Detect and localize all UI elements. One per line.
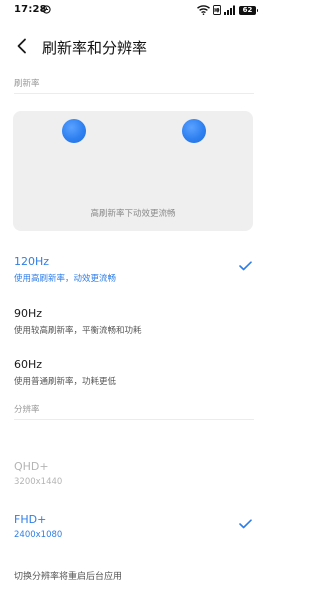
refresh-option-90hz[interactable]: 90Hz 使用较高刷新率，平衡流畅和功耗	[0, 307, 266, 347]
option-subtitle: 使用普通刷新率，功耗更低	[14, 377, 117, 387]
option-title: FHD+	[14, 513, 47, 526]
wifi-icon	[197, 5, 210, 15]
animation-ball-left	[62, 119, 86, 143]
preview-caption: 高刷新率下动效更流畅	[90, 209, 176, 219]
status-bar: 17:28 62	[0, 0, 266, 22]
back-button[interactable]	[10, 34, 34, 58]
battery-level: 62	[242, 5, 253, 14]
battery-icon: 62	[239, 5, 258, 15]
option-subtitle: 2400x1080	[14, 530, 63, 540]
check-icon	[239, 519, 252, 529]
divider	[14, 93, 254, 94]
divider	[14, 419, 254, 420]
header: 刷新率和分辨率	[0, 30, 266, 62]
option-subtitle: 使用高刷新率，动效更流畅	[14, 274, 117, 284]
resolution-footer-note: 切换分辨率将重启后台应用	[14, 572, 123, 582]
animation-ball-right	[182, 119, 206, 143]
resolution-section-label: 分辨率	[14, 405, 40, 415]
resolution-option-fhd[interactable]: FHD+ 2400x1080	[0, 513, 266, 553]
clock-icon	[42, 5, 51, 14]
refresh-option-120hz[interactable]: 120Hz 使用高刷新率，动效更流畅	[0, 255, 266, 295]
chevron-left-icon	[17, 38, 26, 54]
signal-icon	[224, 5, 235, 15]
refresh-section-label: 刷新率	[14, 79, 40, 89]
refresh-option-60hz[interactable]: 60Hz 使用普通刷新率，功耗更低	[0, 358, 266, 398]
option-title: 90Hz	[14, 307, 43, 320]
page-title: 刷新率和分辨率	[42, 39, 148, 57]
resolution-option-qhd[interactable]: QHD+ 3200x1440	[0, 460, 266, 500]
hd-icon	[213, 5, 221, 15]
option-title: QHD+	[14, 460, 49, 473]
option-title: 60Hz	[14, 358, 43, 371]
status-icons: 62	[197, 4, 258, 16]
option-subtitle: 3200x1440	[14, 477, 63, 487]
option-subtitle: 使用较高刷新率，平衡流畅和功耗	[14, 326, 142, 336]
option-title: 120Hz	[14, 255, 50, 268]
refresh-preview-card: 高刷新率下动效更流畅	[13, 111, 253, 231]
check-icon	[239, 261, 252, 271]
